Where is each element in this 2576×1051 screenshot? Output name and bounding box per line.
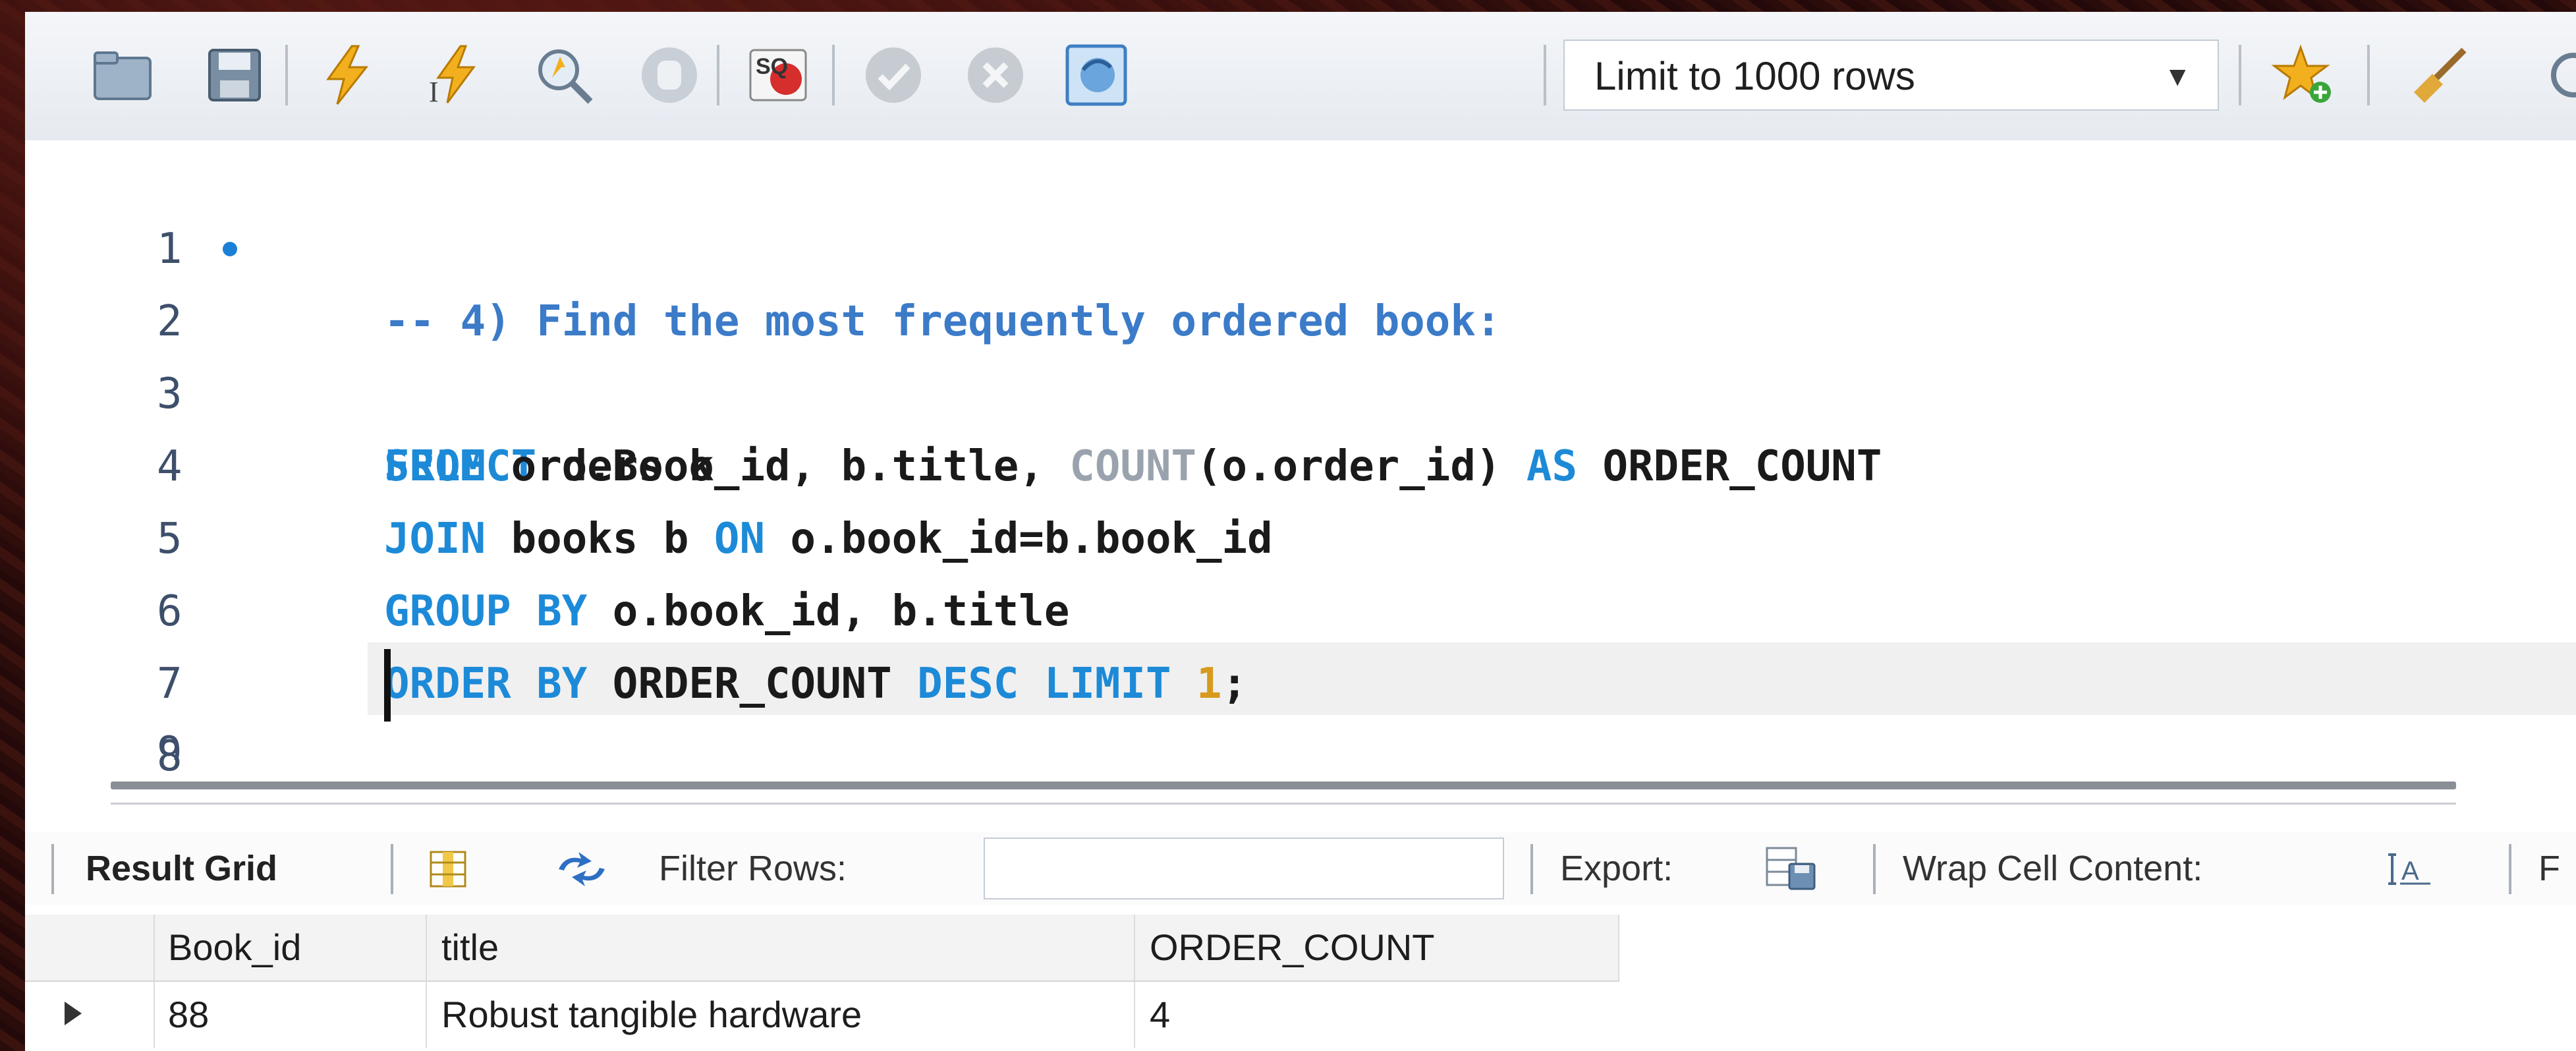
svg-text:I: I (429, 76, 439, 107)
code-line-8: 8 (25, 648, 2576, 781)
explain-magnifier-icon[interactable] (532, 43, 596, 107)
toolbar-separator (1873, 844, 1876, 894)
sql-editor[interactable]: 1 -- 4) Find the most frequently ordered… (25, 140, 2576, 781)
stop-on-error-icon[interactable]: SQ (746, 43, 810, 107)
cell-title[interactable]: Robust tangible hardware (427, 982, 1135, 1048)
save-icon[interactable] (203, 43, 266, 107)
result-grid-tab[interactable]: Result Grid (86, 832, 277, 905)
export-icon[interactable] (1764, 845, 1817, 892)
code-line-7: 7 (25, 575, 2576, 708)
current-row-arrow-icon (65, 1002, 82, 1025)
panel-splitter[interactable] (111, 781, 2456, 789)
table-row[interactable]: 88 Robust tangible hardware 4 (25, 982, 1619, 1048)
execute-lightning-icon[interactable] (315, 43, 378, 107)
toolbar-separator (285, 45, 288, 105)
workbench-window: I SQ Limit to 1000 rows ▼ 1 -- 4) Find t… (25, 12, 2576, 1051)
execute-current-statement-icon[interactable]: I (424, 43, 487, 107)
statement-marker-dot (223, 242, 237, 256)
export-label: Export: (1560, 849, 1673, 888)
code-line-6: 6 ORDER BY ORDER_COUNT DESC LIMIT 1; (25, 503, 2576, 708)
cell-book-id[interactable]: 88 (154, 982, 427, 1048)
code-line-9: 9 (25, 720, 2576, 760)
code-line-1: 1 -- 4) Find the most frequently ordered… (25, 140, 2576, 346)
sql-editor-toolbar: I SQ Limit to 1000 rows ▼ (25, 12, 2576, 142)
svg-text:A: A (2401, 857, 2419, 886)
cell-order-count[interactable]: 4 (1135, 982, 1619, 1048)
line-number: 9 (157, 728, 182, 760)
limit-rows-select[interactable]: Limit to 1000 rows ▼ (1563, 40, 2219, 111)
wrap-cell-icon[interactable]: A (2387, 851, 2433, 888)
grid-columns-icon[interactable] (428, 849, 468, 889)
rollback-x-icon[interactable] (964, 43, 1027, 107)
refresh-arrows-icon[interactable] (552, 849, 611, 889)
row-header-corner (25, 915, 155, 980)
panel-divider-line (111, 803, 2456, 805)
open-folder-icon[interactable] (91, 43, 154, 107)
toolbar-separator (717, 45, 719, 105)
toolbar-separator (51, 844, 54, 894)
row-selector[interactable] (25, 982, 155, 1048)
toolbar-separator (832, 45, 835, 105)
grid-header-row: Book_id title ORDER_COUNT (25, 915, 1619, 982)
code-line-5: 5 GROUP BY o.book_id, b.title (25, 430, 2576, 636)
toolbar-separator (391, 844, 393, 894)
filter-rows-input[interactable] (984, 838, 1504, 899)
code-line-4: 4 JOIN books b ON o.book_id=b.book_id (25, 358, 2576, 563)
code-line-3: 3 FROM orders o (25, 285, 2576, 491)
add-snippet-star-icon[interactable] (2272, 43, 2335, 107)
toolbar-separator (2367, 45, 2370, 105)
column-header-order-count[interactable]: ORDER_COUNT (1135, 915, 1619, 980)
svg-text:SQ: SQ (756, 54, 788, 79)
toolbar-separator (2239, 45, 2241, 105)
filter-rows-label: Filter Rows: (659, 849, 847, 888)
wrap-cell-content-label: Wrap Cell Content: (1903, 849, 2203, 888)
result-toolbar: Result Grid Filter Rows: Export: Wrap Ce… (25, 832, 2576, 905)
beautify-broom-icon[interactable] (2410, 43, 2473, 107)
find-icon[interactable] (2542, 43, 2576, 107)
autocommit-toggle-icon[interactable] (1065, 43, 1128, 107)
toolbar-separator (1544, 45, 1546, 105)
column-header-title[interactable]: title (427, 915, 1135, 980)
text-cursor (384, 649, 391, 722)
toolbar-separator (1530, 844, 1533, 894)
limit-rows-label: Limit to 1000 rows (1594, 54, 1915, 98)
toolbar-separator (2509, 844, 2511, 894)
commit-check-icon[interactable] (862, 43, 925, 107)
code-line-2: 2 SELECT o.Book_id, b.title, COUNT(o.ord… (25, 213, 2576, 491)
chevron-down-icon: ▼ (2164, 61, 2191, 92)
truncated-toolbar-label: F (2538, 849, 2560, 888)
stop-hand-icon[interactable] (638, 43, 701, 107)
column-header-book-id[interactable]: Book_id (154, 915, 427, 980)
